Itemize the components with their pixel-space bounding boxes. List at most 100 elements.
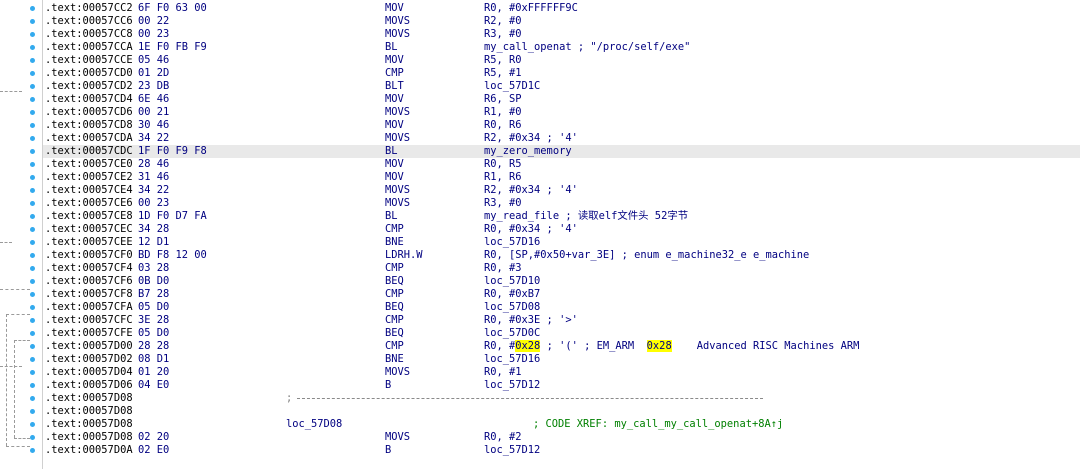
- line-marker-dot[interactable]: [30, 448, 35, 453]
- opcode-bytes: 1D F0 D7 FA: [138, 210, 207, 222]
- line-marker-dot[interactable]: [30, 435, 35, 440]
- opcode-bytes: 00 21: [138, 106, 170, 118]
- disasm-line[interactable]: .text:00057CC2 6F F0 63 00 MOV R0, #0xFFFFF…: [43, 2, 1080, 15]
- line-address: .text:00057CC8: [45, 28, 133, 40]
- line-marker-dot[interactable]: [30, 45, 35, 50]
- disasm-line[interactable]: .text:00057CC8 00 23 MOVS R3, #0: [43, 28, 1080, 41]
- instruction-mnemonic: CMP: [385, 262, 404, 274]
- disasm-line[interactable]: .text:00057CF6 0B D0 BEQ loc_57D10: [43, 275, 1080, 288]
- instruction-operands: R5, R0: [484, 54, 522, 66]
- disasm-line[interactable]: .text:00057D08;: [43, 392, 1080, 405]
- disasm-line[interactable]: .text:00057D06 04 E0 Bloc_57D12: [43, 379, 1080, 392]
- disasm-line[interactable]: .text:00057CFE 05 D0 BEQ loc_57D0C: [43, 327, 1080, 340]
- disasm-line[interactable]: .text:00057D08 02 20 MOVS R0, #2: [43, 431, 1080, 444]
- flow-arrow: [14, 340, 15, 438]
- disasm-line[interactable]: .text:00057CF0 BD F8 12 00 LDRH.W R0, [SP,#…: [43, 249, 1080, 262]
- line-marker-dot[interactable]: [30, 305, 35, 310]
- line-marker-dot[interactable]: [30, 58, 35, 63]
- line-marker-dot[interactable]: [30, 331, 35, 336]
- ida-disassembly-view[interactable]: .text:00057CC2 6F F0 63 00 MOV R0, #0xFFFFF…: [0, 0, 1080, 469]
- disasm-line[interactable]: .text:00057CD4 6E 46 MOV R6, SP: [43, 93, 1080, 106]
- line-marker-dot[interactable]: [30, 32, 35, 37]
- operand-comment: ; '(' ; EM_ARM: [540, 340, 647, 352]
- highlighted-operand[interactable]: 0x28: [515, 340, 541, 352]
- line-marker-dot[interactable]: [30, 383, 35, 388]
- disasm-line[interactable]: .text:00057D04 01 20 MOVS R0, #1: [43, 366, 1080, 379]
- line-marker-dot[interactable]: [30, 253, 35, 258]
- disasm-line[interactable]: .text:00057D08 loc_57D08 ; CODE XREF: my_c…: [43, 418, 1080, 431]
- highlighted-operand[interactable]: 0x28: [646, 340, 672, 352]
- line-marker-dot[interactable]: [30, 149, 35, 154]
- disasm-line[interactable]: .text:00057CD0 01 2D CMP R5, #1: [43, 67, 1080, 80]
- instruction-mnemonic: MOVS: [385, 431, 411, 443]
- disasm-line[interactable]: .text:00057CD2 23 DB BLT loc_57D1C: [43, 80, 1080, 93]
- line-marker-dot[interactable]: [30, 227, 35, 232]
- instruction-operands: R0, #2: [484, 431, 522, 443]
- line-marker-dot[interactable]: [30, 357, 35, 362]
- line-marker-dot[interactable]: [30, 396, 35, 401]
- opcode-bytes: 30 46: [138, 119, 170, 131]
- disasm-line[interactable]: .text:00057CE0 28 46 MOV R0, R5: [43, 158, 1080, 171]
- line-marker-dot[interactable]: [30, 6, 35, 11]
- line-marker-dot[interactable]: [30, 71, 35, 76]
- flow-arrow: [0, 289, 30, 290]
- disasm-line[interactable]: .text:00057CD6 00 21 MOVS R1, #0: [43, 106, 1080, 119]
- disasm-line[interactable]: .text:00057CFC 3E 28 CMP R0, #0x3E ; '>': [43, 314, 1080, 327]
- function-separator-line: [297, 398, 763, 399]
- disasm-line[interactable]: .text:00057D0A 02 E0 Bloc_57D12: [43, 444, 1080, 457]
- disasm-line[interactable]: .text:00057CE2 31 46 MOV R1, R6: [43, 171, 1080, 184]
- line-marker-dot[interactable]: [30, 175, 35, 180]
- disasm-line[interactable]: .text:00057CEC 34 28 CMP R0, #0x34 ; '4': [43, 223, 1080, 236]
- line-marker-dot[interactable]: [30, 422, 35, 427]
- disasm-line[interactable]: .text:00057D00 28 28 CMP R0, #0x28 ; '(' ; …: [43, 340, 1080, 353]
- line-marker-dot[interactable]: [30, 162, 35, 167]
- line-marker-dot[interactable]: [30, 188, 35, 193]
- disasm-line[interactable]: .text:00057CE8 1D F0 D7 FA BL my_read_file …: [43, 210, 1080, 223]
- line-marker-dot[interactable]: [30, 19, 35, 24]
- line-address: .text:00057CEE: [45, 236, 133, 248]
- disasm-line[interactable]: .text:00057CF4 03 28 CMP R0, #3: [43, 262, 1080, 275]
- arrows-gutter: [0, 0, 43, 469]
- instruction-operands: R0, #3: [484, 262, 522, 274]
- line-address: .text:00057CE4: [45, 184, 133, 196]
- line-marker-dot[interactable]: [30, 266, 35, 271]
- disasm-line[interactable]: .text:00057CF8 B7 28 CMP R0, #0xB7: [43, 288, 1080, 301]
- line-address: .text:00057CE6: [45, 197, 133, 209]
- disasm-line[interactable]: .text:00057CEE 12 D1 BNE loc_57D16: [43, 236, 1080, 249]
- instruction-operands: R2, #0: [484, 15, 522, 27]
- line-marker-dot[interactable]: [30, 409, 35, 414]
- line-marker-dot[interactable]: [30, 279, 35, 284]
- line-marker-dot[interactable]: [30, 201, 35, 206]
- line-marker-dot[interactable]: [30, 110, 35, 115]
- disasm-line[interactable]: .text:00057D02 08 D1 BNE loc_57D16: [43, 353, 1080, 366]
- disasm-line[interactable]: .text:00057CCE 05 46 MOV R5, R0: [43, 54, 1080, 67]
- opcode-bytes: B7 28: [138, 288, 170, 300]
- line-marker-dot[interactable]: [30, 240, 35, 245]
- line-marker-dot[interactable]: [30, 97, 35, 102]
- line-marker-dot[interactable]: [30, 344, 35, 349]
- line-marker-dot[interactable]: [30, 84, 35, 89]
- instruction-mnemonic: BNE: [385, 236, 404, 248]
- disasm-line[interactable]: .text:00057CE4 34 22 MOVS R2, #0x34 ; '4': [43, 184, 1080, 197]
- line-marker-dot[interactable]: [30, 318, 35, 323]
- line-marker-dot[interactable]: [30, 370, 35, 375]
- disasm-line[interactable]: .text:00057D08: [43, 405, 1080, 418]
- instruction-mnemonic: MOVS: [385, 28, 411, 40]
- disasm-line[interactable]: .text:00057CDC 1F F0 F9 F8 BL my_zero_memor…: [43, 145, 1080, 158]
- line-marker-dot[interactable]: [30, 292, 35, 297]
- instruction-mnemonic: BEQ: [385, 301, 404, 313]
- instruction-mnemonic: B: [385, 444, 392, 456]
- disasm-line[interactable]: .text:00057CD8 30 46 MOV R0, R6: [43, 119, 1080, 132]
- instruction-mnemonic: MOVS: [385, 15, 411, 27]
- line-marker-dot[interactable]: [30, 214, 35, 219]
- line-marker-dot[interactable]: [30, 123, 35, 128]
- disasm-line[interactable]: .text:00057CE6 00 23 MOVS R3, #0: [43, 197, 1080, 210]
- instruction-operands: R6, SP: [484, 93, 522, 105]
- instruction-operands: loc_57D12: [484, 379, 541, 391]
- disasm-line[interactable]: .text:00057CFA 05 D0 BEQ loc_57D08: [43, 301, 1080, 314]
- disasm-line[interactable]: .text:00057CDA 34 22 MOVS R2, #0x34 ; '4': [43, 132, 1080, 145]
- disasm-line[interactable]: .text:00057CCA 1E F0 FB F9 BL my_call_opena…: [43, 41, 1080, 54]
- disasm-line[interactable]: .text:00057CC6 00 22 MOVS R2, #0: [43, 15, 1080, 28]
- line-marker-dot[interactable]: [30, 136, 35, 141]
- opcode-bytes: 34 28: [138, 223, 170, 235]
